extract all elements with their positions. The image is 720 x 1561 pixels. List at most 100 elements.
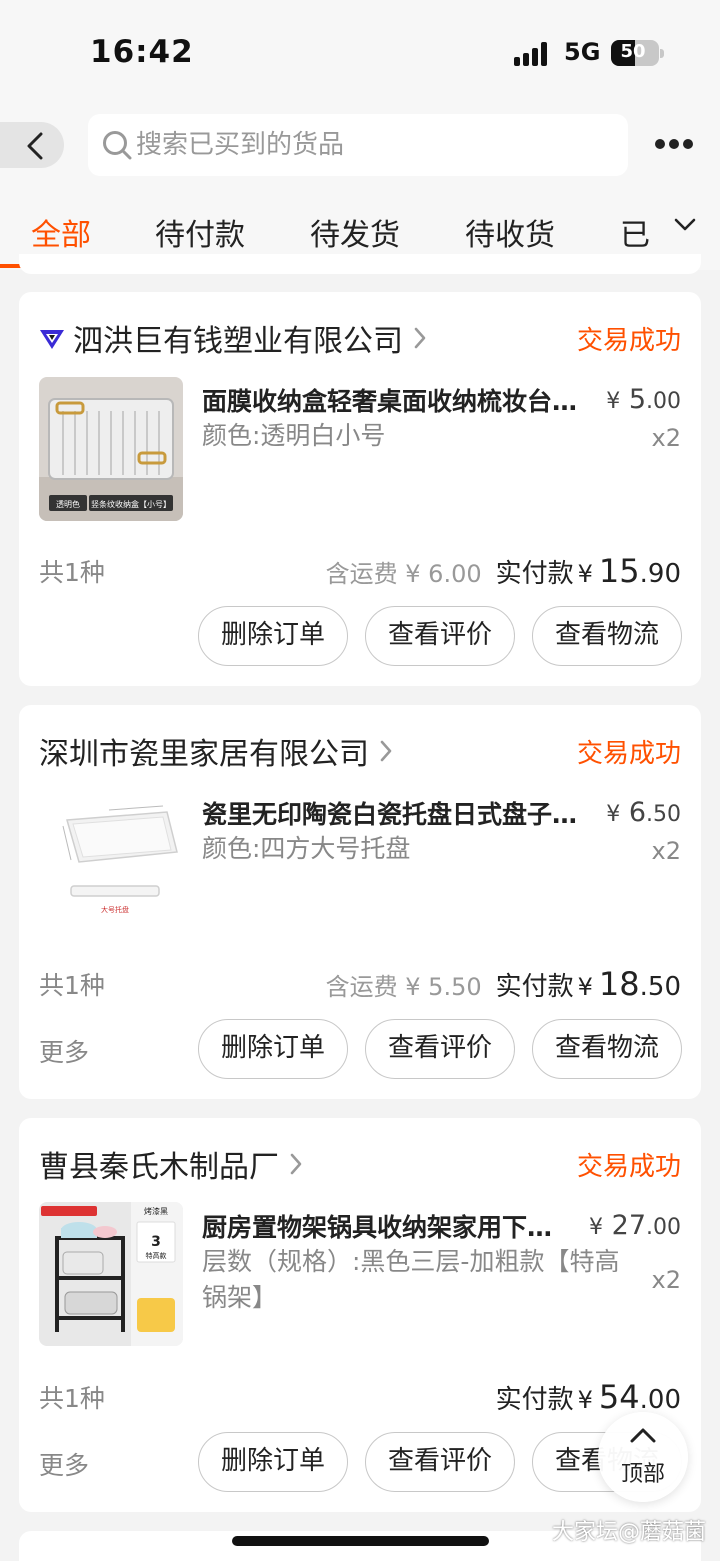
paid-amount-dec: .90	[639, 559, 681, 589]
product-sku: 颜色:透明白小号	[202, 421, 386, 450]
product-image-storage-box: 透明色 竖条纹收纳盒【小号】	[39, 377, 183, 521]
shipping-fee: 含运费 ¥ 5.50	[325, 973, 482, 1001]
delete-order-button[interactable]: 删除订单	[198, 606, 348, 666]
product-price: ¥ 5.00	[606, 384, 681, 415]
price-dec: .50	[646, 802, 681, 827]
shop-name: 泗洪巨有钱塑业有限公司	[73, 324, 403, 359]
order-totals: 含运费 ¥ 6.00 实付款 ¥ 15 .90	[326, 552, 681, 590]
tab-all[interactable]: 全部	[31, 210, 91, 254]
watermark: 大家坛@蘑菇菌	[551, 1520, 706, 1545]
product-image-pot-rack: 烤漆黑 3 特高款	[39, 1202, 183, 1346]
thumb-caption-2: 竖条纹收纳盒【小号】	[91, 499, 171, 509]
price-int: 27	[611, 1210, 646, 1241]
price-dec: .00	[646, 389, 681, 414]
shop-link[interactable]: 泗洪巨有钱塑业有限公司	[39, 316, 427, 360]
thumb-caption-2: 3	[151, 1234, 161, 1250]
price-symbol: ¥	[606, 389, 621, 414]
thumb-caption-1: 透明色	[56, 499, 80, 509]
order-totals: 含运费 ¥ 5.50 实付款 ¥ 18 .50	[326, 965, 681, 1003]
tab-completed[interactable]: 已	[620, 210, 650, 254]
shop-name: 曹县秦氏木制品厂	[39, 1150, 279, 1185]
thumb-caption-1: 烤漆黑	[144, 1206, 168, 1216]
arrow-up-icon	[630, 1428, 656, 1443]
order-status: 交易成功	[576, 326, 681, 356]
order-status: 交易成功	[576, 739, 681, 769]
order-status: 交易成功	[576, 1152, 681, 1182]
more-dots-icon[interactable]	[652, 134, 696, 156]
product-image[interactable]: 大号托盘	[39, 790, 183, 934]
shipping-fee: 含运费 ¥ 6.00	[325, 560, 482, 588]
thumb-caption-3: 特高款	[146, 1251, 167, 1260]
delete-order-button[interactable]: 删除订单	[198, 1019, 348, 1079]
paid-symbol: ¥	[577, 973, 593, 1001]
status-bar: 16:42 5G 50	[0, 0, 720, 100]
price-int: 5	[628, 384, 646, 415]
product-price: ¥ 6.50	[606, 797, 681, 828]
search-box[interactable]	[88, 114, 628, 176]
view-review-button[interactable]: 查看评价	[365, 1432, 515, 1492]
more-actions-link[interactable]: 更多	[39, 1033, 89, 1069]
paid-amount-int: 54	[598, 1378, 640, 1416]
paid-symbol: ¥	[577, 1386, 593, 1414]
product-title[interactable]: 面膜收纳盒轻奢桌面收纳梳妆台护肤品置物架	[202, 382, 582, 418]
thumb-caption-1: 大号托盘	[101, 905, 129, 914]
battery-icon: 50	[611, 40, 659, 66]
back-to-top-label: 顶部	[620, 1462, 665, 1487]
paid-amount-int: 18	[598, 965, 640, 1003]
item-kinds-count: 共1种	[39, 971, 105, 1000]
chevron-right-icon	[380, 740, 392, 762]
shop-name: 深圳市瓷里家居有限公司	[39, 737, 369, 772]
chevron-right-icon	[414, 327, 426, 349]
product-quantity: x2	[651, 837, 681, 865]
product-image[interactable]: 烤漆黑 3 特高款	[39, 1202, 183, 1346]
paid-amount-dec: .00	[639, 1385, 681, 1415]
status-time: 16:42	[90, 34, 194, 70]
product-sku: 颜色:四方大号托盘	[202, 834, 411, 863]
shop-logo-icon	[40, 330, 64, 349]
header: 全部 待付款 待发货 待收货 已	[0, 100, 720, 270]
chevron-right-icon	[290, 1153, 302, 1175]
price-int: 6	[628, 797, 646, 828]
search-input[interactable]	[136, 114, 616, 176]
delete-order-button[interactable]: 删除订单	[198, 1432, 348, 1492]
paid-label: 实付款	[495, 1385, 574, 1415]
paid-label: 实付款	[495, 559, 574, 589]
back-arrow-icon	[27, 132, 43, 160]
order-card: 泗洪巨有钱塑业有限公司 交易成功 透明色 竖条纹收纳盒【小号】 面膜收纳盒轻奢桌…	[19, 292, 701, 686]
paid-label: 实付款	[495, 972, 574, 1002]
paid-amount-dec: .50	[639, 972, 681, 1002]
signal-icon	[514, 42, 552, 66]
view-review-button[interactable]: 查看评价	[365, 1019, 515, 1079]
price-symbol: ¥	[606, 802, 621, 827]
tab-pending-payment[interactable]: 待付款	[155, 210, 245, 254]
shop-link[interactable]: 曹县秦氏木制品厂	[39, 1142, 303, 1186]
search-icon	[103, 131, 132, 160]
previous-card-tail	[19, 254, 701, 274]
view-logistics-button[interactable]: 查看物流	[532, 606, 682, 666]
network-type: 5G	[564, 38, 601, 66]
product-image[interactable]: 透明色 竖条纹收纳盒【小号】	[39, 377, 183, 521]
item-kinds-count: 共1种	[39, 1384, 105, 1413]
product-price: ¥ 27.00	[589, 1210, 681, 1241]
view-logistics-button[interactable]: 查看物流	[532, 1019, 682, 1079]
price-symbol: ¥	[589, 1215, 604, 1240]
product-quantity: x2	[651, 1266, 681, 1294]
more-actions-link[interactable]: 更多	[39, 1446, 89, 1482]
paid-amount-int: 15	[598, 552, 640, 590]
tab-pending-receipt[interactable]: 待收货	[465, 210, 555, 254]
back-button[interactable]	[0, 122, 64, 168]
view-review-button[interactable]: 查看评价	[365, 606, 515, 666]
shop-link[interactable]: 深圳市瓷里家居有限公司	[39, 729, 393, 773]
product-image-tray: 大号托盘	[39, 790, 183, 934]
home-indicator[interactable]	[232, 1536, 489, 1546]
back-to-top-button[interactable]: 顶部	[598, 1412, 688, 1502]
battery-tip	[660, 49, 664, 58]
order-card: 深圳市瓷里家居有限公司 交易成功 大号托盘 瓷里无印陶瓷白瓷托盘日式盘子长方形 …	[19, 705, 701, 1099]
product-sku: 层数（规格）:黑色三层-加粗款【特高锅架】	[202, 1247, 620, 1312]
price-dec: .00	[646, 1215, 681, 1240]
paid-symbol: ¥	[577, 560, 593, 588]
product-title[interactable]: 瓷里无印陶瓷白瓷托盘日式盘子长方形	[202, 795, 582, 831]
chevron-down-icon[interactable]	[674, 218, 696, 232]
tab-pending-shipment[interactable]: 待发货	[310, 210, 400, 254]
product-title[interactable]: 厨房置物架锅具收纳架家用下水槽多层	[202, 1208, 562, 1244]
